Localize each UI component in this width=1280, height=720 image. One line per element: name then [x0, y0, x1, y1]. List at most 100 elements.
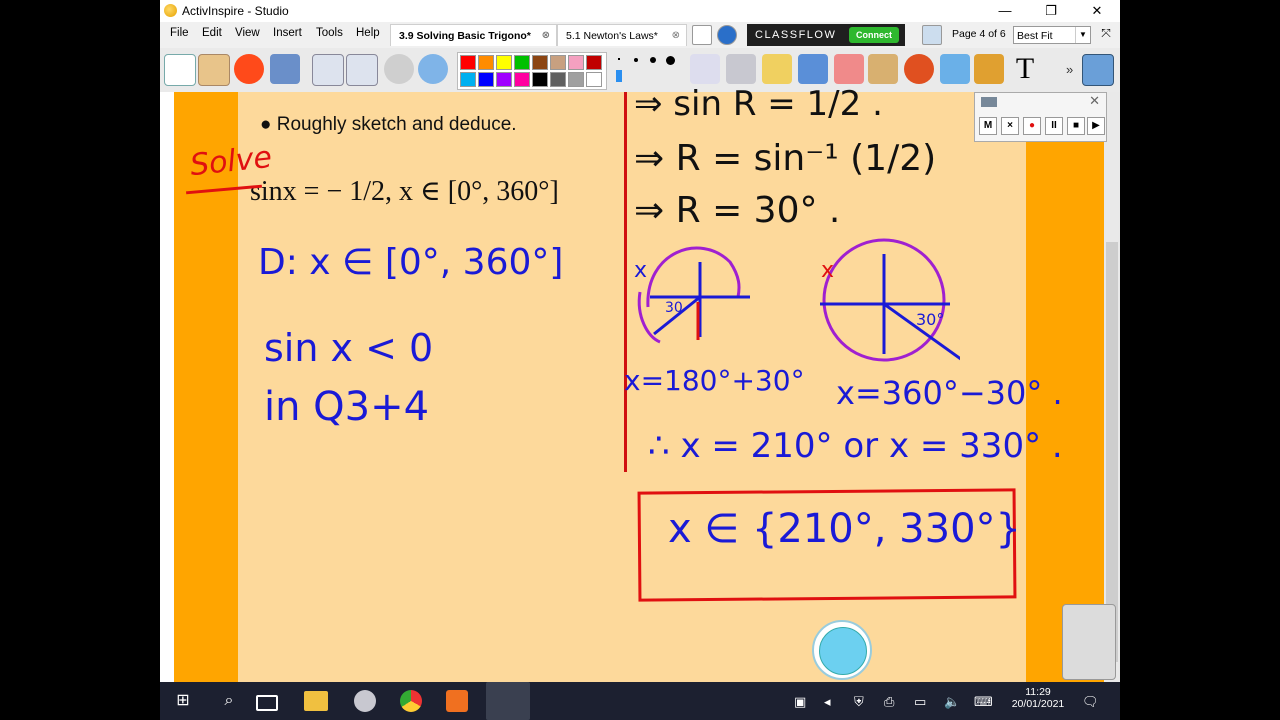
color-swatch[interactable] — [478, 55, 494, 70]
page-indicator: Page 4 of 6 — [952, 28, 1006, 40]
handwriting-domain: D: x ∈ [0°, 360°] — [258, 242, 564, 283]
main-menu-icon[interactable] — [164, 54, 196, 86]
sketch1-angle-label: 30 — [665, 300, 683, 316]
menu-tools[interactable]: Tools — [316, 27, 343, 39]
chrome-icon[interactable] — [400, 690, 422, 712]
color-swatch[interactable] — [514, 72, 530, 87]
problem-equation: sinx = − 1/2, x ∈ [0°, 360°] — [250, 176, 559, 207]
play-button[interactable]: ▶ — [1087, 117, 1105, 135]
color-swatch[interactable] — [514, 55, 530, 70]
next-page-icon[interactable] — [346, 54, 378, 86]
gdrive-app-icon[interactable] — [446, 690, 468, 712]
title-bar: ActivInspire - Studio — ❐ ✕ — [160, 0, 1120, 22]
color-swatch[interactable] — [460, 55, 476, 70]
clock-date: 20/01/2021 — [1011, 698, 1065, 710]
connector-icon[interactable] — [940, 54, 970, 84]
color-swatch[interactable] — [532, 55, 548, 70]
tools-icon[interactable] — [726, 54, 756, 84]
page-browser-icon[interactable] — [692, 25, 712, 45]
menu-insert[interactable]: Insert — [273, 27, 302, 39]
file-explorer-icon[interactable] — [304, 691, 328, 711]
task-view-icon[interactable] — [256, 695, 278, 711]
printer-icon[interactable]: ⎙ — [884, 694, 894, 710]
color-swatch[interactable] — [550, 72, 566, 87]
image-icon[interactable] — [974, 54, 1004, 84]
left-margin — [160, 92, 174, 682]
handwriting-final-answer: x ∈ {210°, 330°} — [668, 506, 1021, 552]
scrollbar-thumb[interactable] — [1106, 242, 1118, 662]
previous-page-icon[interactable] — [312, 54, 344, 86]
restore-button[interactable]: ❐ — [1028, 0, 1074, 22]
text-tool-icon[interactable]: T — [1010, 54, 1040, 84]
tab-newtons-laws[interactable]: 5.1 Newton's Laws* ⊗ — [557, 24, 687, 46]
close-icon[interactable]: ✕ — [1089, 93, 1100, 109]
shape-icon[interactable] — [904, 54, 934, 84]
color-swatch[interactable] — [568, 72, 584, 87]
zoom-select[interactable]: Best Fit ▼ — [1013, 26, 1091, 44]
notification-app-icon[interactable]: ▣ — [794, 694, 806, 710]
tab-label: 3.9 Solving Basic Trigono* — [399, 30, 531, 42]
fullscreen-icon[interactable]: ⤧ — [1094, 22, 1118, 44]
menu-help[interactable]: Help — [356, 27, 380, 39]
close-tab-icon[interactable]: ⊗ — [672, 25, 680, 47]
camera-icon — [981, 97, 997, 107]
desktop-annotate-icon[interactable] — [270, 54, 300, 84]
play-icon[interactable] — [384, 54, 414, 84]
start-button[interactable]: ⊞ — [166, 687, 200, 715]
color-swatch[interactable] — [460, 72, 476, 87]
flipchart-canvas[interactable]: ● Roughly sketch and deduce. sinx = − 1/… — [160, 84, 1120, 682]
more-tools-icon[interactable]: » — [1066, 62, 1073, 77]
color-swatch[interactable] — [550, 55, 566, 70]
select-icon[interactable] — [690, 54, 720, 84]
menu-file[interactable]: File — [170, 27, 189, 39]
tab-solving-trig[interactable]: 3.9 Solving Basic Trigono* ⊗ — [390, 24, 557, 46]
volume-icon[interactable]: 🔈 — [944, 694, 960, 710]
dual-user-icon[interactable] — [922, 25, 942, 45]
keyboard-icon[interactable]: ⌨ — [974, 694, 993, 710]
page-down-button[interactable] — [812, 620, 872, 680]
eraser-icon[interactable] — [834, 54, 864, 84]
record-mode-button[interactable]: M — [979, 117, 997, 135]
security-shield-icon[interactable]: ⛨ — [854, 694, 864, 710]
color-swatch[interactable] — [496, 55, 512, 70]
profile-icon[interactable] — [198, 54, 230, 86]
pause-button[interactable]: II — [1045, 117, 1063, 135]
color-swatch[interactable] — [586, 72, 602, 87]
color-swatch[interactable] — [532, 72, 548, 87]
menu-view[interactable]: View — [235, 27, 260, 39]
resource-icon[interactable] — [717, 25, 737, 45]
close-tab-icon[interactable]: ⊗ — [542, 25, 550, 47]
search-icon[interactable]: ⌕ — [212, 687, 246, 715]
customize-toolbox-icon[interactable] — [1082, 54, 1114, 86]
color-swatch[interactable] — [496, 72, 512, 87]
clock[interactable]: 11:29 20/01/2021 — [1008, 686, 1068, 710]
tab-label: 5.1 Newton's Laws* — [566, 30, 658, 42]
minimize-button[interactable]: — — [982, 0, 1028, 22]
action-center-icon[interactable]: 🗨 — [1082, 694, 1099, 710]
no-pen-icon[interactable] — [234, 54, 264, 84]
fill-icon[interactable] — [868, 54, 898, 84]
color-swatch[interactable] — [568, 55, 584, 70]
vertical-scrollbar[interactable] — [1104, 92, 1120, 682]
network-icon[interactable]: ▭ — [914, 694, 926, 710]
flipchart-icon[interactable] — [418, 54, 448, 84]
sound-device-icon[interactable]: ◂ — [824, 694, 831, 710]
stop-button[interactable]: ■ — [1067, 117, 1085, 135]
menu-edit[interactable]: Edit — [202, 27, 222, 39]
connect-button[interactable]: Connect — [849, 27, 899, 43]
pen-width-selector[interactable] — [614, 54, 684, 84]
cancel-record-button[interactable]: × — [1001, 117, 1019, 135]
close-button[interactable]: ✕ — [1074, 0, 1120, 22]
activinspire-taskbar-icon[interactable] — [486, 682, 530, 720]
color-swatch[interactable] — [586, 55, 602, 70]
snipping-tool-icon[interactable] — [354, 690, 376, 712]
handwriting-step1: ⇒ sin R = 1/2 . — [634, 84, 883, 124]
record-button[interactable]: ● — [1023, 117, 1041, 135]
window-title: ActivInspire - Studio — [182, 4, 289, 18]
classflow-button[interactable]: CLASSFLOW Connect — [747, 24, 905, 46]
handwriting-step3: ⇒ R = 30° . — [634, 190, 841, 231]
color-swatch[interactable] — [478, 72, 494, 87]
pen-icon[interactable] — [762, 54, 792, 84]
highlighter-icon[interactable] — [798, 54, 828, 84]
trash-bin-icon[interactable] — [1062, 604, 1116, 680]
